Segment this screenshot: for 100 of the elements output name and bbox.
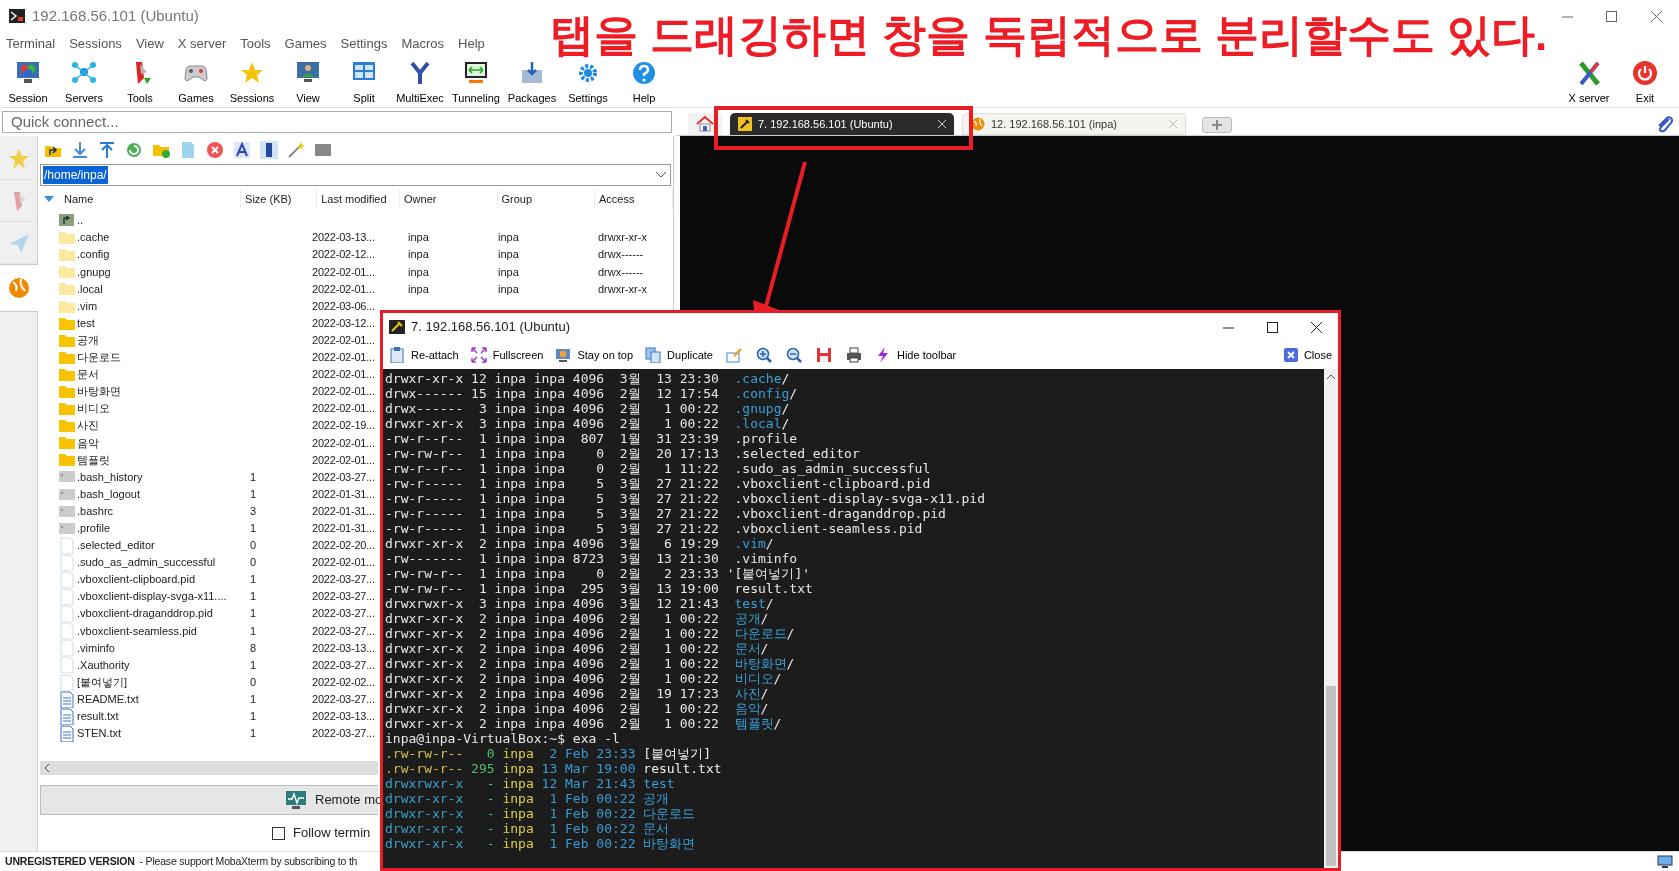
file-name[interactable]: README.txt bbox=[77, 690, 139, 708]
toolbar-button[interactable]: Hide toolbar bbox=[874, 346, 957, 364]
owner: inpa bbox=[408, 282, 429, 295]
file-name[interactable]: 바탕화면 bbox=[77, 383, 121, 400]
file-name[interactable]: .viminfo bbox=[77, 639, 115, 657]
toolbar-button[interactable]: Servers bbox=[56, 60, 112, 107]
menu-item[interactable]: X server bbox=[172, 34, 232, 54]
file-size: 0 bbox=[250, 556, 257, 569]
modified-date: 2022-02-01... bbox=[312, 436, 375, 449]
checkbox-label[interactable]: Follow termin bbox=[293, 823, 371, 843]
path-field[interactable]: /home/inpa/ bbox=[40, 164, 671, 186]
menu-item[interactable]: View bbox=[130, 34, 169, 54]
toolbar-button[interactable]: Games bbox=[168, 60, 224, 107]
modified-date: 2022-03-13... bbox=[312, 641, 375, 654]
menu-item[interactable]: Terminal bbox=[1, 34, 61, 54]
folder-icon bbox=[58, 263, 76, 281]
toolbar-button[interactable]: MultiExec bbox=[392, 60, 448, 107]
file-name[interactable]: .cache bbox=[77, 229, 110, 246]
file-name[interactable]: .vboxclient-display-svga-x11.... bbox=[77, 588, 227, 605]
scrollbar[interactable] bbox=[40, 761, 378, 775]
close-button[interactable]: Close bbox=[1283, 346, 1332, 364]
upload-icon bbox=[98, 141, 116, 159]
file-name[interactable]: [붙여넣기] bbox=[77, 673, 128, 691]
session-tab[interactable]: 7. 192.168.56.101 (Ubuntu) bbox=[730, 113, 954, 135]
monitor-icon bbox=[1657, 854, 1673, 869]
file-name[interactable]: test bbox=[77, 314, 95, 332]
file-icon bbox=[58, 622, 76, 640]
menu-item[interactable]: Games bbox=[279, 34, 332, 54]
column-header[interactable]: Name bbox=[56, 189, 242, 209]
close-icon bbox=[1283, 348, 1298, 362]
menu-item[interactable]: Sessions bbox=[64, 34, 127, 54]
toolbar-button[interactable]: Fullscreen bbox=[470, 346, 544, 364]
toolbar-button[interactable] bbox=[754, 346, 773, 364]
toolbar-button[interactable] bbox=[258, 139, 280, 161]
file-name[interactable]: .profile bbox=[77, 520, 111, 537]
modified-date: 2022-02-01... bbox=[312, 333, 375, 346]
file-name[interactable]: .vboxclient-seamless.pid bbox=[77, 622, 197, 640]
toolbar-button[interactable]: View bbox=[280, 60, 336, 107]
toolbar-button[interactable]: Split bbox=[336, 60, 392, 107]
toolbar-button[interactable]: Re-attach bbox=[389, 346, 459, 364]
file-name[interactable]: 다운로드 bbox=[77, 349, 121, 366]
file-name[interactable]: result.txt bbox=[77, 708, 119, 725]
file-name[interactable]: .selected_editor bbox=[77, 537, 155, 554]
column-header[interactable]: Access bbox=[595, 189, 673, 209]
column-header[interactable]: Size (KB) bbox=[241, 189, 318, 209]
toolbar-button[interactable] bbox=[784, 346, 803, 364]
toolbar-button[interactable]: Help bbox=[616, 60, 672, 107]
file-name[interactable]: 음악 bbox=[77, 434, 99, 451]
toolbar-button[interactable]: X server bbox=[1561, 60, 1617, 107]
modified-date: 2022-03-27... bbox=[312, 470, 375, 483]
file-name[interactable]: 문서 bbox=[77, 366, 99, 383]
terminal-line: -rw-r----- 1 inpa inpa 5 3월 27 21:22 .vboxclient-seamless.pid bbox=[385, 521, 923, 536]
new-tab-button[interactable] bbox=[1202, 117, 1232, 133]
key-icon bbox=[738, 117, 752, 131]
toolbar-button[interactable] bbox=[231, 139, 253, 161]
file-name[interactable]: .bashrc bbox=[77, 502, 114, 520]
file-name[interactable]: .gnupg bbox=[77, 263, 111, 281]
menu-item[interactable]: Help bbox=[453, 34, 490, 54]
file-name[interactable]: .vim bbox=[77, 297, 98, 315]
plus-icon bbox=[1212, 120, 1222, 130]
toolbar-button[interactable]: Exit bbox=[1617, 60, 1673, 107]
file-name[interactable]: .sudo_as_admin_successful bbox=[77, 554, 216, 571]
toolbar-button[interactable]: Tunneling bbox=[448, 60, 504, 107]
column-header[interactable]: Last modified bbox=[317, 189, 401, 209]
toolbar-button[interactable] bbox=[844, 346, 863, 364]
file-name[interactable]: 공개 bbox=[77, 331, 99, 349]
toolbar-button[interactable]: Sessions bbox=[224, 60, 280, 107]
chevron-up-icon bbox=[1327, 373, 1335, 379]
column-header[interactable]: Group bbox=[497, 189, 595, 209]
file-name[interactable]: 사진 bbox=[77, 417, 99, 434]
toolbar-button[interactable]: Packages bbox=[504, 60, 560, 107]
toolbar-button[interactable]: Stay on top bbox=[555, 346, 634, 364]
menu-item[interactable]: Tools bbox=[235, 34, 276, 54]
toolbar-button[interactable]: Tools bbox=[112, 60, 168, 107]
file-name[interactable]: .local bbox=[77, 280, 103, 298]
session-tab[interactable]: 12. 192.168.56.101 (inpa) bbox=[962, 113, 1186, 135]
file-name[interactable]: .. bbox=[77, 212, 84, 229]
quick-connect-field[interactable]: Quick connect... bbox=[2, 111, 672, 133]
checkbox[interactable] bbox=[272, 826, 285, 840]
file-name[interactable]: .bash_logout bbox=[77, 485, 140, 503]
toolbar-button[interactable]: Duplicate bbox=[645, 346, 713, 364]
file-size: 1 bbox=[250, 624, 257, 637]
terminal-line: drwxr-xr-x - inpa 1 Feb 00:22 공개 bbox=[385, 791, 670, 806]
file-name[interactable]: .vboxclient-clipboard.pid bbox=[77, 571, 195, 588]
toolbar-button[interactable]: Session bbox=[0, 60, 56, 107]
cross-icon bbox=[1576, 60, 1602, 86]
column-header[interactable]: Owner bbox=[400, 189, 498, 209]
file-name[interactable]: 비디오 bbox=[77, 400, 110, 417]
menu-item[interactable]: Settings bbox=[335, 34, 393, 54]
access-rights: drwx------ bbox=[598, 248, 644, 261]
file-name[interactable]: 템플릿 bbox=[77, 451, 110, 469]
file-name[interactable]: .Xauthority bbox=[77, 656, 130, 674]
scrollbar[interactable] bbox=[1324, 369, 1338, 868]
file-name[interactable]: STEN.txt bbox=[77, 725, 121, 742]
file-name[interactable]: .bash_history bbox=[77, 468, 143, 486]
side-tab[interactable] bbox=[0, 264, 38, 312]
file-name[interactable]: .config bbox=[77, 246, 110, 263]
menu-item[interactable]: Macros bbox=[396, 34, 450, 54]
toolbar-button[interactable]: Settings bbox=[560, 60, 616, 107]
file-name[interactable]: .vboxclient-draganddrop.pid bbox=[77, 605, 213, 622]
